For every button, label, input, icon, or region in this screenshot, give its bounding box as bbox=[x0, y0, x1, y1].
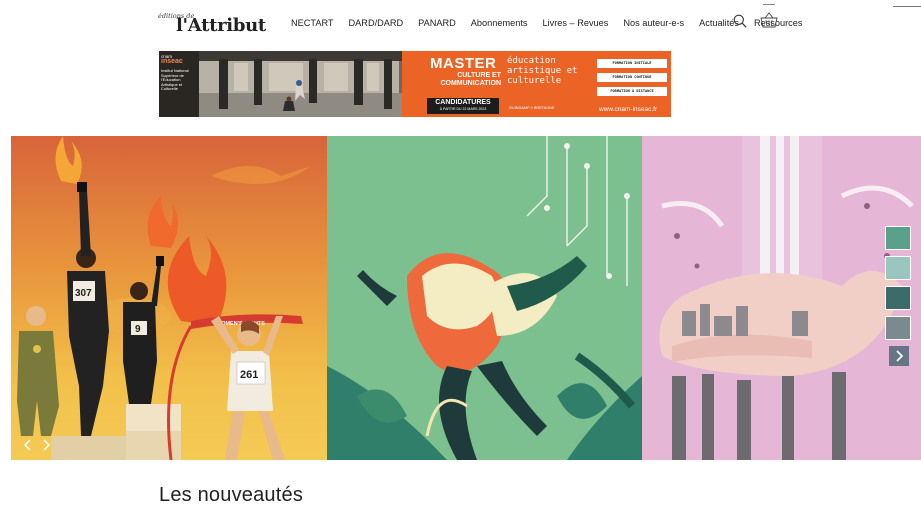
hero-slider: 307 9 WOMEN'S RIGHTS 261 bbox=[11, 136, 921, 460]
slider-thumbnails bbox=[885, 226, 911, 346]
banner-candidatures-date: À PARTIR DU 22 MARS 2023 bbox=[439, 107, 487, 111]
nav-item-dard-dard[interactable]: DARD/DARD bbox=[349, 18, 404, 28]
banner-master-subtitle: CULTURE ET COMMUNICATION bbox=[423, 72, 501, 88]
nav-item-panard[interactable]: PANARD bbox=[418, 18, 456, 28]
banner-formation-initiale: FORMATION INITIALE bbox=[597, 59, 667, 68]
bib-9: 9 bbox=[135, 324, 141, 335]
nav-item-nectart[interactable]: NECTART bbox=[291, 18, 334, 28]
divider bbox=[893, 6, 921, 7]
section-title-nouveautes: Les nouveautés bbox=[159, 484, 304, 506]
banner-candidatures: CANDIDATURES bbox=[435, 99, 491, 106]
search-icon[interactable] bbox=[733, 14, 747, 28]
thumbnail-1[interactable] bbox=[885, 226, 911, 250]
thumbnails-next-icon[interactable] bbox=[889, 346, 909, 366]
slider-next-icon[interactable] bbox=[41, 439, 51, 451]
nav-item-auteurs[interactable]: Nos auteur-e-s bbox=[623, 18, 684, 28]
cart-indicator bbox=[763, 4, 775, 5]
hero-panel-dancers[interactable] bbox=[327, 136, 642, 460]
banner-master-sub2: COMMUNICATION bbox=[440, 80, 501, 87]
banner-inseac-text: inseac bbox=[161, 58, 183, 65]
banner-inseac-subtitle: Institut National Supérieur de l'Éducati… bbox=[161, 68, 189, 92]
hero-panel-hand[interactable] bbox=[642, 136, 921, 460]
banner-formations: FORMATION INITIALE FORMATION CONTINUE FO… bbox=[597, 59, 667, 101]
bib-307: 307 bbox=[75, 288, 92, 299]
logo[interactable]: éditions de l'Attribut bbox=[158, 12, 266, 38]
banner-formation-distance: FORMATION À DISTANCE bbox=[597, 87, 667, 96]
logo-text: l'Attribut bbox=[176, 15, 266, 36]
hero-panel-podium[interactable]: 307 9 WOMEN'S RIGHTS 261 bbox=[11, 136, 327, 460]
banner-formation-continue: FORMATION CONTINUE bbox=[597, 73, 667, 82]
nav-item-livres-revues[interactable]: Livres – Revues bbox=[542, 18, 608, 28]
banner-master-sub1: CULTURE ET bbox=[457, 72, 501, 79]
banner-url: www.cnam-inseac.fr bbox=[599, 106, 658, 113]
banner-candidatures-box: CANDIDATURES À PARTIR DU 22 MARS 2023 bbox=[427, 98, 499, 114]
banner-city: GUINGAMP // BRETAGNE bbox=[509, 106, 555, 110]
thumbnail-4[interactable] bbox=[885, 316, 911, 340]
basket-icon[interactable] bbox=[760, 12, 778, 29]
banner-inseac-logo: cnam inseac bbox=[161, 54, 183, 65]
nav-item-abonnements[interactable]: Abonnements bbox=[471, 18, 528, 28]
bib-261: 261 bbox=[240, 369, 258, 381]
ad-banner[interactable]: cnam inseac Institut National Supérieur … bbox=[159, 51, 671, 117]
thumbnail-3[interactable] bbox=[885, 286, 911, 310]
thumbnail-2[interactable] bbox=[885, 256, 911, 280]
banner-education-text: éducation artistique et culturelle bbox=[507, 56, 578, 86]
slider-prev-icon[interactable] bbox=[23, 439, 33, 451]
banner-photo bbox=[159, 51, 402, 117]
banner-master-title: MASTER bbox=[430, 55, 497, 72]
